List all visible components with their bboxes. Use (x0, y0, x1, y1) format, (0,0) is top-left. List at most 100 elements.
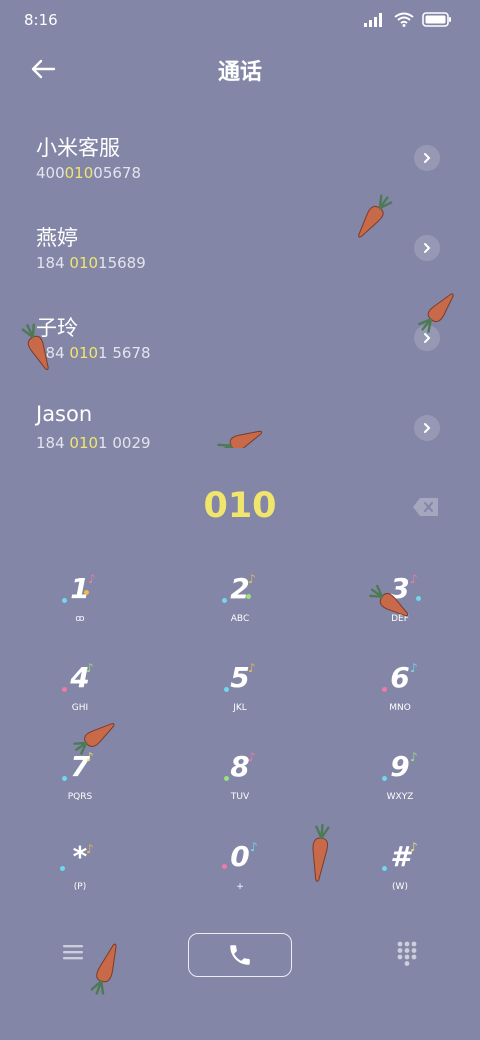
number-prefix: 184 (36, 434, 70, 448)
key-digit: 4 (70, 661, 90, 694)
contact-number: 184 0101 0029 (36, 434, 151, 448)
key-letters: WXYZ (386, 792, 414, 802)
number-suffix: 05678 (93, 164, 141, 182)
decor-dot (382, 866, 387, 871)
decor-dot (84, 590, 89, 595)
dialpad-toggle-button[interactable] (396, 940, 418, 966)
key-5[interactable]: 5 JKL ♪ (160, 649, 320, 737)
menu-button[interactable] (62, 942, 84, 962)
key-6[interactable]: 6 MNO ♪ (320, 649, 480, 737)
key-digit: 1 (70, 572, 90, 605)
carrot-decoration (217, 430, 263, 448)
decor-dot (416, 596, 421, 601)
key-digit: 2 (230, 572, 250, 605)
status-bar: 8:16 (0, 0, 480, 40)
number-prefix: 400 (36, 164, 65, 182)
decor-dot (60, 866, 65, 871)
key-hash[interactable]: # (W) ♪ (320, 828, 480, 916)
chevron-right-icon (424, 153, 431, 163)
wifi-icon (394, 12, 414, 27)
key-9[interactable]: 9 WXYZ ♪ (320, 738, 480, 826)
key-star[interactable]: * (P) ♪ (0, 828, 160, 916)
contact-number: 184 01015689 (36, 254, 146, 272)
contact-item[interactable]: 小米客服 40001005678 (0, 120, 480, 210)
contact-item[interactable]: 子玲 184 0101 5678 (0, 300, 480, 390)
decor-dot (62, 687, 67, 692)
key-digit: 0 (230, 840, 250, 873)
menu-icon (63, 945, 83, 960)
status-time: 8:16 (24, 11, 58, 29)
carrot-decoration (358, 194, 393, 238)
key-letters: JKL (233, 703, 247, 713)
music-note-icon: ♪ (248, 572, 256, 586)
key-2[interactable]: 2 ABC ♪ (160, 560, 320, 648)
contact-detail-button[interactable] (414, 145, 440, 171)
contact-detail-button[interactable] (414, 235, 440, 261)
dialpad-icon (397, 941, 417, 966)
contact-list: 小米客服 40001005678 燕婷 184 01015689 子玲 184 … (0, 120, 480, 448)
key-letters: MNO (389, 703, 411, 713)
music-note-icon: ♪ (250, 840, 258, 854)
key-digit: * (72, 840, 88, 873)
key-digit: 5 (230, 661, 250, 694)
dial-input-row: 010 (0, 478, 480, 538)
number-prefix: 184 (36, 254, 70, 272)
page-title: 通话 (217, 60, 262, 85)
call-button[interactable] (188, 933, 292, 977)
key-letters: ABC (230, 614, 250, 624)
signal-icon (364, 12, 382, 27)
contact-item[interactable]: 燕婷 184 01015689 (0, 210, 480, 300)
carrot-decoration (418, 293, 454, 333)
contact-number: 40001005678 (36, 164, 141, 182)
music-note-icon: ♪ (86, 661, 94, 675)
key-digit: 6 (390, 661, 410, 694)
music-note-icon: ♪ (248, 750, 256, 764)
backspace-icon (413, 498, 438, 516)
decor-dot (382, 687, 387, 692)
key-digit: 9 (390, 750, 410, 783)
decor-dot (62, 776, 67, 781)
decor-dot (246, 594, 251, 599)
contact-name: Jason (36, 402, 93, 426)
music-note-icon: ♪ (410, 750, 418, 764)
voicemail-icon: ꝏ (75, 614, 85, 624)
bottom-bar (0, 930, 480, 980)
contact-name: 燕婷 (36, 226, 78, 250)
decor-dot (222, 598, 227, 603)
key-digit: # (390, 840, 410, 873)
decor-dot (62, 598, 67, 603)
carrot-decoration (90, 943, 117, 995)
battery-icon (422, 12, 451, 27)
number-suffix: 15689 (98, 254, 146, 272)
decor-dot (382, 776, 387, 781)
carrot-decoration (312, 824, 330, 882)
key-8[interactable]: 8 TUV ♪ (160, 738, 320, 826)
number-suffix: 1 0029 (98, 434, 151, 448)
phone-icon (230, 945, 250, 965)
number-match: 010 (64, 164, 94, 182)
key-1[interactable]: 1 ꝏ ♪ (0, 560, 160, 648)
chevron-right-icon (424, 243, 431, 253)
contact-name: 小米客服 (36, 136, 120, 160)
decor-dot (224, 776, 229, 781)
key-letters: (P) (73, 882, 87, 892)
key-letters: (W) (392, 882, 408, 892)
music-note-icon: ♪ (86, 842, 94, 856)
carrot-decoration (21, 323, 49, 371)
decor-dot (224, 687, 229, 692)
key-letters: PQRS (67, 792, 93, 802)
carrot-decoration (73, 723, 115, 755)
music-note-icon: ♪ (248, 661, 256, 675)
chevron-right-icon (424, 423, 431, 433)
dial-input[interactable]: 010 (0, 486, 480, 526)
delete-button[interactable] (412, 496, 440, 518)
number-match: 010 (69, 434, 99, 448)
key-digit: 8 (230, 750, 250, 783)
music-note-icon: ♪ (410, 840, 418, 854)
key-0[interactable]: 0 + ♪ (160, 828, 320, 916)
number-match: 010 (69, 254, 99, 272)
music-note-icon: ♪ (410, 661, 418, 675)
number-match: 010 (69, 344, 99, 362)
contact-detail-button[interactable] (414, 415, 440, 441)
key-letters: TUV (230, 792, 250, 802)
